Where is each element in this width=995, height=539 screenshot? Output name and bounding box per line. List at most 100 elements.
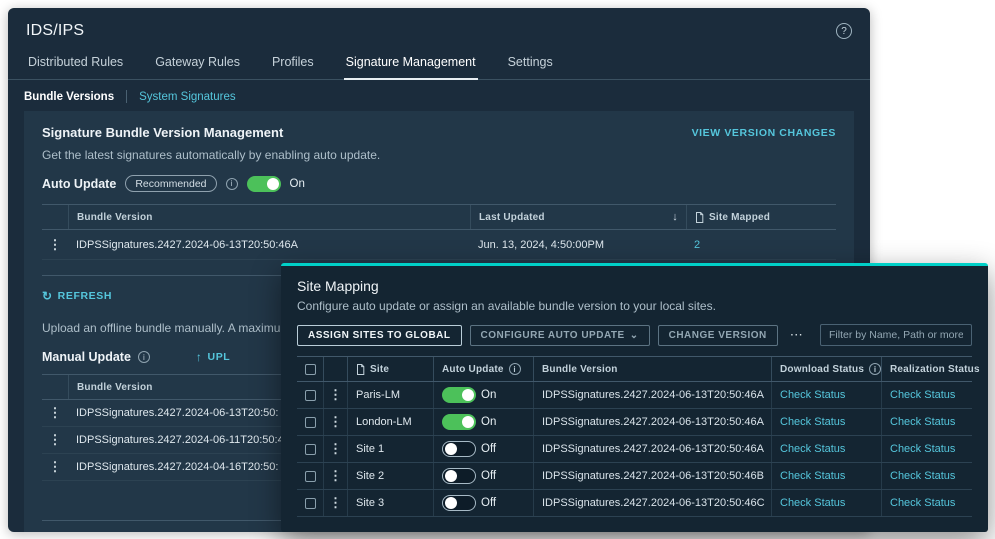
bundle-version-value: IDPSSignatures.2427.2024-06-13T20:50:46A — [68, 230, 470, 259]
realization-check-status-link[interactable]: Check Status — [890, 497, 955, 509]
realization-check-status-link[interactable]: Check Status — [890, 470, 955, 482]
auto-update-toggle[interactable] — [442, 495, 476, 511]
tab-gateway-rules[interactable]: Gateway Rules — [153, 50, 242, 79]
tab-bar: Distributed Rules Gateway Rules Profiles… — [8, 48, 870, 80]
table-header-row: Bundle Version Last Updated ↓ Site Mappe… — [42, 204, 836, 230]
bundle-version-value: IDPSSignatures.2427.2024-06-13T20:50:46C — [533, 490, 771, 516]
row-kebab-icon[interactable]: ⋮ — [50, 432, 60, 448]
table-header-row: Site Auto Update i Bundle Version Downlo… — [297, 356, 972, 382]
row-checkbox[interactable] — [305, 471, 316, 482]
subtab-system-signatures[interactable]: System Signatures — [139, 91, 236, 103]
info-icon[interactable]: i — [869, 363, 881, 375]
filter-input[interactable] — [820, 324, 972, 346]
refresh-icon: ↻ — [42, 289, 53, 303]
site-mapping-table: Site Auto Update i Bundle Version Downlo… — [297, 356, 972, 517]
column-realization-status[interactable]: Realization Status — [881, 357, 972, 381]
select-all-checkbox[interactable] — [305, 364, 316, 375]
subtab-bar: Bundle Versions System Signatures — [8, 80, 870, 111]
auto-update-toggle[interactable] — [247, 176, 281, 192]
table-row: ⋮ IDPSSignatures.2427.2024-06-13T20:50:4… — [42, 230, 836, 260]
row-checkbox[interactable] — [305, 498, 316, 509]
auto-update-state: On — [290, 178, 305, 190]
configure-auto-update-button[interactable]: CONFIGURE AUTO UPDATE ⌄ — [470, 325, 650, 346]
subtab-bundle-versions[interactable]: Bundle Versions — [24, 91, 114, 103]
change-version-button[interactable]: CHANGE VERSION — [658, 325, 778, 346]
auto-update-toggle[interactable] — [442, 468, 476, 484]
kebab-header-cell — [42, 375, 68, 399]
realization-check-status-link[interactable]: Check Status — [890, 416, 955, 428]
overlay-title: Site Mapping — [297, 278, 972, 294]
info-icon[interactable]: i — [138, 351, 150, 363]
site-mapping-toolbar: ASSIGN SITES TO GLOBAL CONFIGURE AUTO UP… — [297, 324, 972, 346]
row-kebab-icon[interactable]: ⋮ — [332, 414, 339, 430]
realization-check-status-link[interactable]: Check Status — [890, 443, 955, 455]
row-checkbox[interactable] — [305, 417, 316, 428]
row-kebab-icon[interactable]: ⋮ — [50, 405, 60, 421]
toggle-state-label: On — [481, 389, 496, 401]
section-title: Signature Bundle Version Management — [42, 125, 283, 140]
bundle-version-value: IDPSSignatures.2427.2024-06-13T20:50:46B — [533, 463, 771, 489]
row-checkbox[interactable] — [305, 390, 316, 401]
auto-update-row: Auto Update Recommended i On — [42, 175, 836, 192]
chevron-down-icon: ⌄ — [630, 330, 639, 341]
overlay-description: Configure auto update or assign an avail… — [297, 299, 972, 313]
bundle-version-value: IDPSSignatures.2427.2024-06-13T20:50:46A — [533, 409, 771, 435]
upload-icon: ↑ — [196, 350, 203, 364]
tab-distributed-rules[interactable]: Distributed Rules — [26, 50, 125, 79]
row-kebab-icon[interactable]: ⋮ — [332, 468, 339, 484]
table-row: ⋮ Site 2 Off IDPSSignatures.2427.2024-06… — [297, 463, 972, 490]
realization-check-status-link[interactable]: Check Status — [890, 389, 955, 401]
row-kebab-icon[interactable]: ⋮ — [332, 441, 339, 457]
row-kebab-icon[interactable]: ⋮ — [332, 387, 339, 403]
auto-update-toggle[interactable] — [442, 387, 476, 403]
toggle-state-label: Off — [481, 443, 496, 455]
download-check-status-link[interactable]: Check Status — [780, 389, 845, 401]
assign-sites-to-global-button[interactable]: ASSIGN SITES TO GLOBAL — [297, 325, 462, 346]
download-check-status-link[interactable]: Check Status — [780, 470, 845, 482]
more-actions-button[interactable]: ⋯ — [786, 325, 808, 345]
row-checkbox[interactable] — [305, 444, 316, 455]
site-mapped-count-link[interactable]: 2 — [694, 239, 700, 251]
site-name: Site 1 — [347, 436, 433, 462]
manual-update-label: Manual Update — [42, 350, 131, 364]
row-kebab-icon[interactable]: ⋮ — [50, 237, 60, 253]
table-row: ⋮ London-LM On IDPSSignatures.2427.2024-… — [297, 409, 972, 436]
sort-desc-icon[interactable]: ↓ — [672, 211, 678, 223]
page-title: IDS/IPS — [26, 22, 84, 40]
row-kebab-icon[interactable]: ⋮ — [332, 495, 339, 511]
refresh-button[interactable]: ↻ REFRESH — [42, 289, 112, 303]
column-bundle-version[interactable]: Bundle Version — [533, 357, 771, 381]
auto-update-label: Auto Update — [42, 177, 116, 191]
table-row: ⋮ Paris-LM On IDPSSignatures.2427.2024-0… — [297, 382, 972, 409]
document-icon — [695, 212, 704, 223]
auto-update-toggle[interactable] — [442, 441, 476, 457]
auto-update-toggle[interactable] — [442, 414, 476, 430]
column-site[interactable]: Site — [347, 357, 433, 381]
download-check-status-link[interactable]: Check Status — [780, 497, 845, 509]
upload-button[interactable]: ↑ UPL — [196, 350, 230, 364]
site-name: Site 3 — [347, 490, 433, 516]
info-icon[interactable]: i — [226, 178, 238, 190]
info-icon[interactable]: i — [509, 363, 521, 375]
site-name: London-LM — [347, 409, 433, 435]
toggle-state-label: Off — [481, 470, 496, 482]
tab-signature-management[interactable]: Signature Management — [344, 50, 478, 80]
bundle-version-value: IDPSSignatures.2427.2024-06-13T20:50:46A — [533, 382, 771, 408]
column-last-updated[interactable]: Last Updated ↓ — [470, 205, 686, 229]
column-site-mapped[interactable]: Site Mapped — [686, 205, 836, 229]
site-name: Paris-LM — [347, 382, 433, 408]
column-auto-update[interactable]: Auto Update i — [433, 357, 533, 381]
download-check-status-link[interactable]: Check Status — [780, 416, 845, 428]
row-kebab-icon[interactable]: ⋮ — [50, 459, 60, 475]
view-version-changes-link[interactable]: VIEW VERSION CHANGES — [692, 127, 836, 139]
table-row: ⋮ Site 1 Off IDPSSignatures.2427.2024-06… — [297, 436, 972, 463]
column-bundle-version[interactable]: Bundle Version — [68, 205, 470, 229]
document-icon — [356, 364, 365, 375]
tab-settings[interactable]: Settings — [506, 50, 555, 79]
download-check-status-link[interactable]: Check Status — [780, 443, 845, 455]
help-icon[interactable]: ? — [836, 23, 852, 39]
toggle-state-label: Off — [481, 497, 496, 509]
tab-profiles[interactable]: Profiles — [270, 50, 316, 79]
subtab-divider — [126, 90, 127, 103]
column-download-status[interactable]: Download Status i — [771, 357, 881, 381]
